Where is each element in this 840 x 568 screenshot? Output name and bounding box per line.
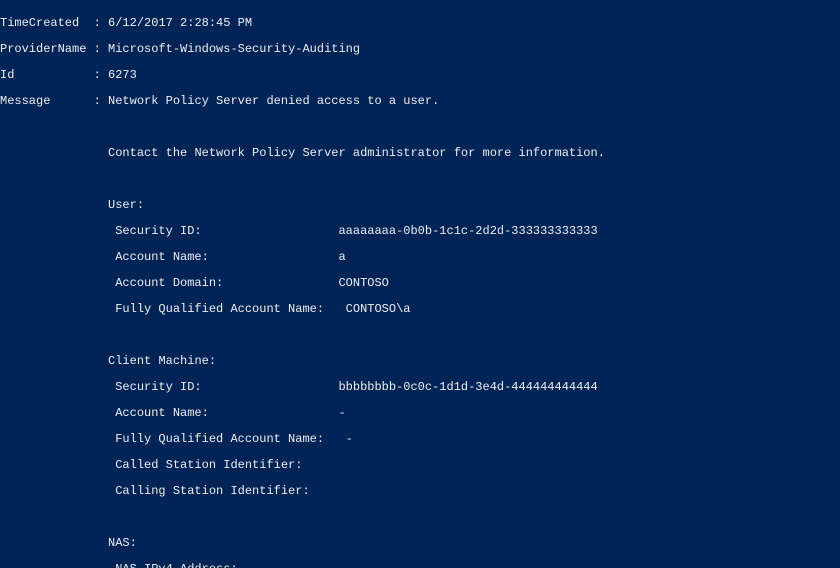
label-cm-fqan: Fully Qualified Account Name: xyxy=(115,432,324,446)
value-nas-ipv4: - xyxy=(338,562,345,568)
value-user-fqan: CONTOSO\a xyxy=(346,302,411,316)
value-cm-account-name: - xyxy=(338,406,345,420)
heading-user: User: xyxy=(108,198,144,212)
label-id: Id xyxy=(0,68,14,82)
heading-nas: NAS: xyxy=(108,536,137,550)
console-output: TimeCreated : 6/12/2017 2:28:45 PM Provi… xyxy=(0,0,840,568)
label-cm-called: Called Station Identifier: xyxy=(115,458,302,472)
label-cm-sid: Security ID: xyxy=(115,380,201,394)
value-message: Network Policy Server denied access to a… xyxy=(108,94,439,108)
label-user-fqan: Fully Qualified Account Name: xyxy=(115,302,324,316)
value-cm-fqan: - xyxy=(346,432,353,446)
text-contact: Contact the Network Policy Server admini… xyxy=(108,146,605,160)
value-timecreated: 6/12/2017 2:28:45 PM xyxy=(108,16,252,30)
label-user-account-name: Account Name: xyxy=(115,250,209,264)
label-user-account-domain: Account Domain: xyxy=(115,276,223,290)
value-id: 6273 xyxy=(108,68,137,82)
label-nas-ipv4: NAS IPv4 Address: xyxy=(115,562,237,568)
value-user-account-name: a xyxy=(338,250,345,264)
value-cm-sid: bbbbbbbb-0c0c-1d1d-3e4d-444444444444 xyxy=(331,380,597,394)
label-timecreated: TimeCreated xyxy=(0,16,79,30)
label-message: Message xyxy=(0,94,50,108)
label-cm-calling: Calling Station Identifier: xyxy=(115,484,309,498)
label-cm-account-name: Account Name: xyxy=(115,406,209,420)
value-user-sid: aaaaaaaa-0b0b-1c1c-2d2d-333333333333 xyxy=(338,224,597,238)
value-providername: Microsoft-Windows-Security-Auditing xyxy=(108,42,360,56)
label-providername: ProviderName xyxy=(0,42,86,56)
heading-client-machine: Client Machine: xyxy=(108,354,216,368)
value-user-account-domain: CONTOSO xyxy=(338,276,388,290)
label-user-sid: Security ID: xyxy=(115,224,201,238)
